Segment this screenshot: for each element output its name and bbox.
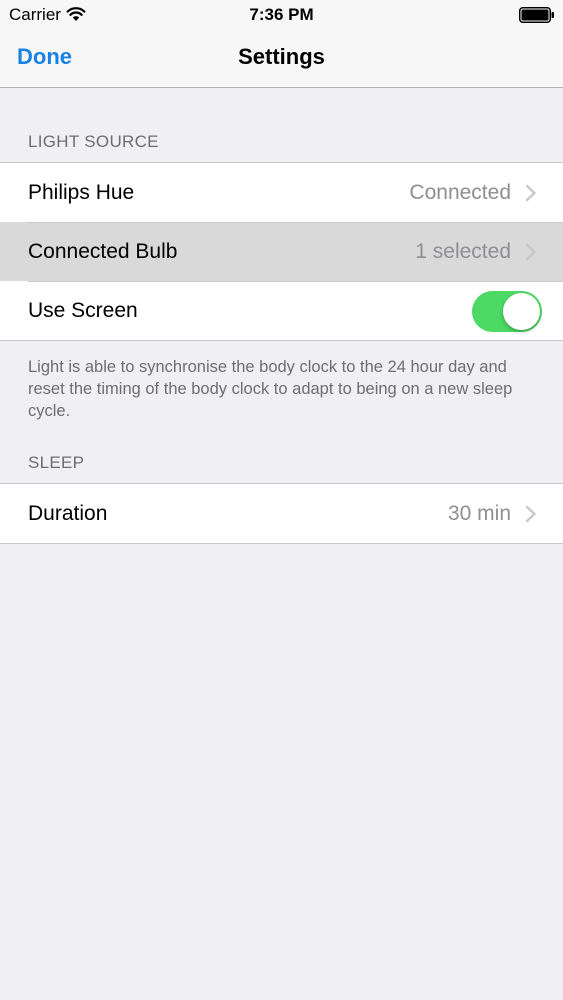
chevron-right-icon xyxy=(525,184,536,202)
light-source-group: Philips Hue Connected Connected Bulb 1 s… xyxy=(0,162,563,341)
row-label: Connected Bulb xyxy=(28,240,178,263)
section-header-sleep: SLEEP xyxy=(28,453,85,472)
section-footer-note: Light is able to synchronise the body cl… xyxy=(28,358,513,420)
use-screen-toggle[interactable] xyxy=(472,291,542,332)
section-header-light-source: LIGHT SOURCE xyxy=(28,132,159,151)
row-philips-hue[interactable]: Philips Hue Connected xyxy=(0,163,563,222)
chevron-right-icon xyxy=(525,505,536,523)
row-value: Connected xyxy=(409,181,511,204)
row-label: Duration xyxy=(28,502,108,525)
row-duration[interactable]: Duration 30 min xyxy=(0,484,563,543)
status-time: 7:36 PM xyxy=(249,5,314,24)
chevron-right-icon xyxy=(525,243,536,261)
row-value: 30 min xyxy=(447,502,511,525)
row-value: 1 selected xyxy=(415,240,511,263)
navigation-bar: Done Settings xyxy=(0,30,563,88)
status-bar: Carrier 7:36 PM xyxy=(0,0,563,30)
battery-icon xyxy=(519,7,554,23)
row-label: Philips Hue xyxy=(28,181,135,204)
row-connected-bulb[interactable]: Connected Bulb 1 selected xyxy=(0,222,563,281)
page-title: Settings xyxy=(238,44,325,69)
toggle-knob xyxy=(503,293,540,330)
row-use-screen: Use Screen xyxy=(0,281,563,340)
row-label: Use Screen xyxy=(28,299,138,322)
sleep-group: Duration 30 min xyxy=(0,483,563,544)
